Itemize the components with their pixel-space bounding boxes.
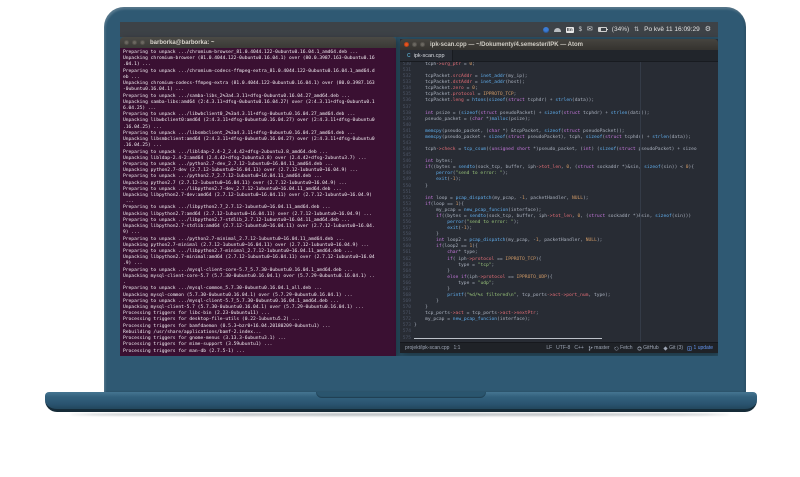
tab-ipk-scan[interactable]: C ipk-scan.cpp: [400, 50, 453, 61]
horizontal-rule: [414, 338, 602, 340]
atom-window: ipk-scan.cpp — ~/Dokumenty/4.semester/IP…: [400, 39, 718, 353]
minimize-button[interactable]: [412, 42, 417, 47]
status-encoding[interactable]: UTF-8: [556, 345, 570, 351]
line-number: 575: [402, 335, 411, 341]
code-row: 542 memcpy(pseudo_packet + sizeof(struct…: [400, 135, 718, 141]
minimize-button[interactable]: [132, 40, 137, 45]
laptop-base-notch: [316, 392, 486, 398]
code-line: memcpy(pseudo_packet + sizeof(struct pse…: [425, 134, 692, 140]
battery-icon[interactable]: [597, 27, 608, 32]
atom-titlebar[interactable]: ipk-scan.cpp — ~/Dokumenty/4.semester/IP…: [400, 39, 718, 50]
system-tray-panel: En $ ✉ (34%) ⇅ Po kvě 11 16:09:29 ⚙: [120, 22, 718, 37]
status-language[interactable]: C++: [574, 345, 583, 351]
package-update-icon: [687, 345, 692, 351]
laptop-mockup: En $ ✉ (34%) ⇅ Po kvě 11 16:09:29 ⚙ barb…: [0, 0, 800, 477]
status-line-ending[interactable]: LF: [546, 345, 552, 351]
maximize-button[interactable]: [140, 40, 145, 45]
status-github[interactable]: GitHub: [637, 345, 659, 351]
code-line: [414, 336, 602, 342]
code-row: 575: [400, 336, 718, 342]
close-button[interactable]: [124, 40, 129, 45]
git-branch-icon: [588, 345, 593, 351]
code-line: pseudo_packet = (char *)malloc(psize);: [425, 116, 531, 122]
mail-icon[interactable]: ✉: [587, 26, 593, 33]
battery-percentage: (34%): [611, 26, 630, 33]
laptop-screen: En $ ✉ (34%) ⇅ Po kvě 11 16:09:29 ⚙ barb…: [120, 22, 718, 356]
network-traffic-icon[interactable]: ⇅: [634, 26, 639, 33]
code-line: tcpPacket.leng = htons(sizeof(struct tcp…: [425, 98, 595, 104]
terminal-titlebar[interactable]: barborka@barborka: ~: [120, 37, 396, 48]
status-git[interactable]: Git (3): [663, 345, 683, 351]
code-line: my_pcap = new_pcap_funcion(interface);: [425, 317, 531, 323]
status-cursor-position[interactable]: 1:1: [453, 345, 460, 351]
status-bar: projekt/ipk-scan.cpp 1:1 LF UTF-8 C++ ma…: [400, 342, 718, 353]
currency-indicator-icon[interactable]: $: [579, 27, 582, 33]
status-file-path[interactable]: projekt/ipk-scan.cpp: [405, 345, 449, 351]
status-updates[interactable]: 1 update: [687, 345, 713, 351]
git-icon: [663, 345, 668, 351]
status-fetch[interactable]: Fetch: [614, 345, 633, 351]
tab-bar: C ipk-scan.cpp: [400, 50, 718, 62]
battery-fill: [598, 28, 602, 31]
tab-label: ipk-scan.cpp: [413, 52, 445, 59]
close-button[interactable]: [404, 42, 409, 47]
wrap-guide-line: [640, 62, 641, 342]
code-area: 530 tcph->urg_ptr = 0; 531 532 tcpPacket.s…: [400, 62, 718, 342]
code-line: }: [414, 323, 417, 329]
code-line: }: [425, 183, 428, 189]
terminal-output: Preparing to unpack .../chromium-browser…: [123, 50, 375, 354]
laptop-shadow: [70, 413, 730, 416]
keyboard-layout-indicator[interactable]: En: [565, 26, 574, 33]
github-icon: [637, 346, 642, 350]
code-line: tcph->check = tcp_csum((unsigned short *…: [425, 147, 697, 153]
terminal-body[interactable]: Preparing to unpack .../chromium-browser…: [120, 48, 396, 356]
atom-window-title: ipk-scan.cpp — ~/Dokumenty/4.semester/IP…: [430, 41, 583, 48]
laptop-base: [45, 392, 757, 412]
code-editor[interactable]: 530 tcph->urg_ptr = 0; 531 532 tcpPacket.s…: [400, 62, 718, 342]
clock[interactable]: Po kvě 11 16:09:29: [644, 26, 700, 33]
code-line: tcph->urg_ptr = 0;: [425, 62, 475, 67]
code-line: printf("%d/%s filtered\n", tcp_ports->ac…: [447, 292, 611, 298]
wifi-icon[interactable]: [553, 27, 561, 32]
app-indicator-icon[interactable]: [542, 26, 549, 33]
gear-icon[interactable]: ⚙: [705, 26, 711, 33]
sync-icon: [614, 346, 618, 350]
maximize-button[interactable]: [420, 42, 425, 47]
code-row: 544 tcph->check = tcp_csum((unsigned sho…: [400, 147, 718, 153]
status-branch[interactable]: master: [588, 345, 610, 351]
c-file-icon: C: [407, 52, 411, 59]
terminal-window: barborka@barborka: ~ Preparing to unpack…: [120, 37, 396, 356]
terminal-title: barborka@barborka: ~: [150, 39, 215, 46]
